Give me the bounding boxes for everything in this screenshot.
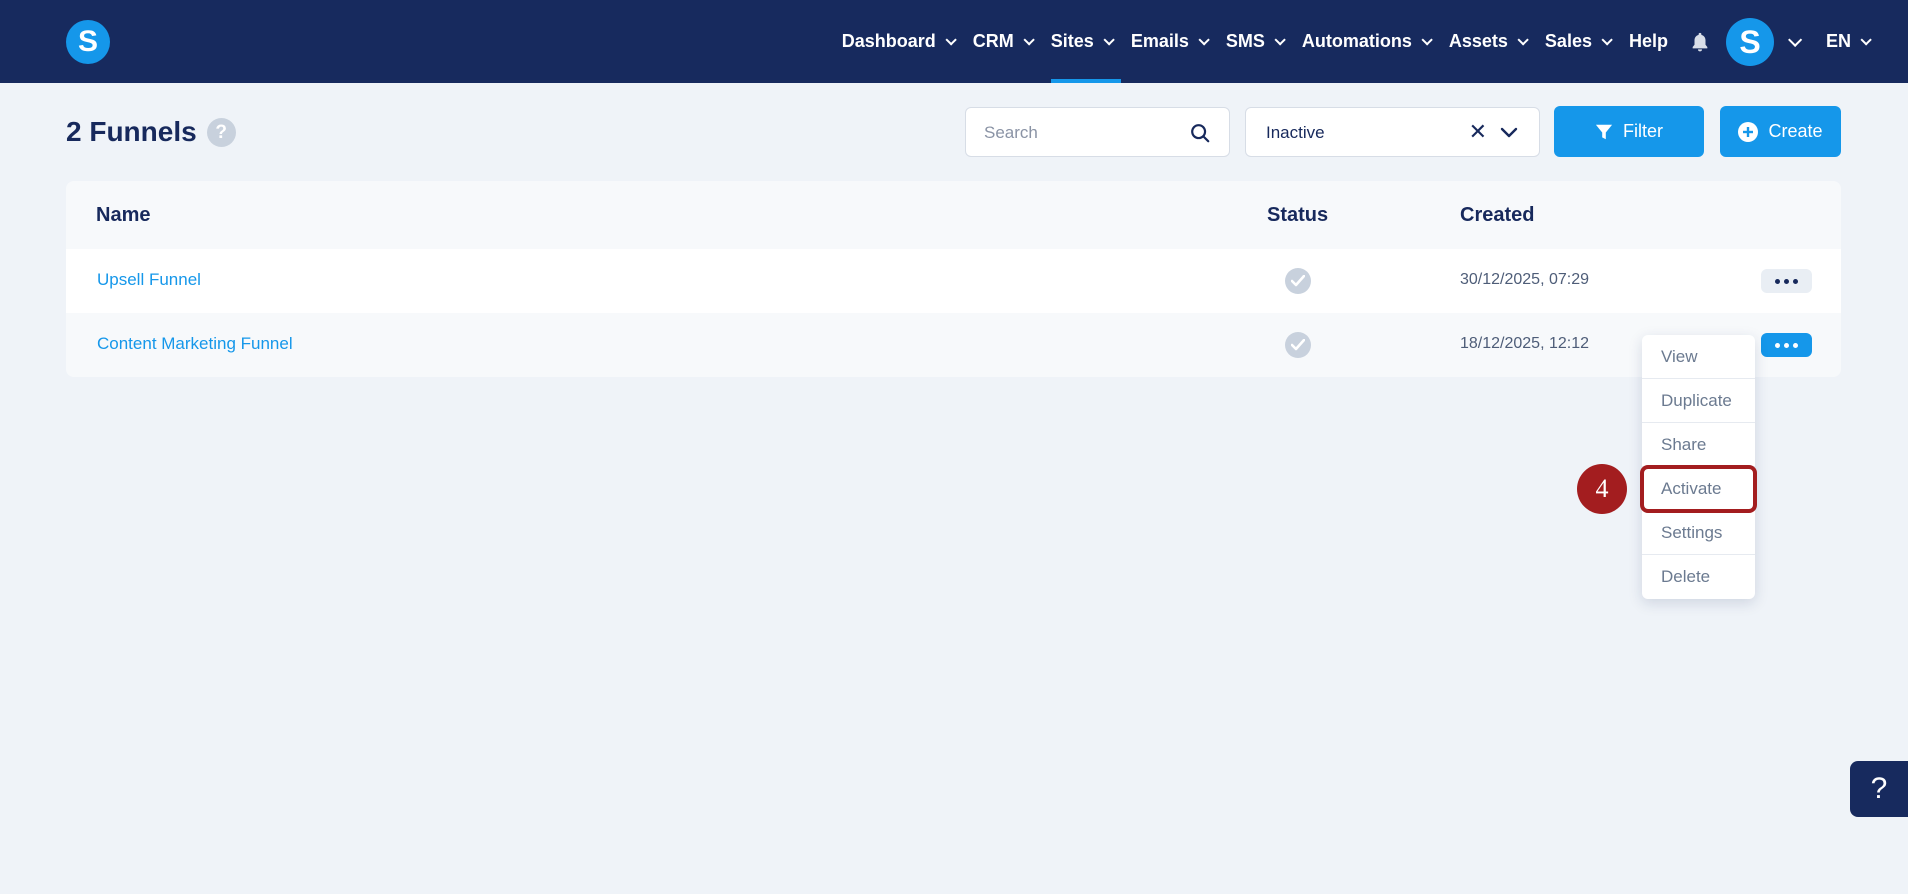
nav-item-help[interactable]: Help: [1619, 0, 1678, 83]
chevron-down-icon: [1198, 33, 1210, 46]
nav-item-emails[interactable]: Emails: [1121, 0, 1216, 83]
menu-item-duplicate[interactable]: Duplicate: [1642, 379, 1755, 423]
user-avatar[interactable]: S: [1725, 17, 1774, 66]
menu-item-view[interactable]: View: [1642, 335, 1755, 379]
nav-label: Help: [1628, 31, 1668, 51]
nav-label: CRM: [972, 31, 1014, 51]
nav-label: Dashboard: [841, 31, 936, 51]
status-check-icon: [1285, 268, 1311, 294]
check-icon: [1291, 339, 1305, 351]
chevron-down-icon[interactable]: [1788, 32, 1803, 47]
search-icon[interactable]: [1189, 122, 1211, 144]
chevron-down-icon: [1274, 33, 1286, 46]
step-number-badge: 4: [1577, 464, 1627, 514]
nav-label: Assets: [1448, 31, 1508, 51]
nav-item-sites[interactable]: Sites: [1041, 0, 1121, 83]
nav-label: Sites: [1050, 31, 1094, 51]
created-date: 30/12/2025, 07:29: [1460, 271, 1590, 288]
language-selector[interactable]: EN: [1816, 0, 1878, 83]
main-nav: Dashboard CRM Sites Emails SMS Automatio…: [832, 0, 1908, 83]
dot: [1784, 278, 1789, 284]
row-actions-button[interactable]: [1761, 269, 1812, 293]
status-check-icon: [1285, 332, 1311, 358]
create-button[interactable]: Create: [1720, 106, 1841, 157]
nav-label: Emails: [1130, 31, 1189, 51]
funnels-table: Name Status Created Upsell Funnel 30/12/…: [66, 181, 1841, 377]
language-label: EN: [1825, 31, 1851, 51]
nav-label: Sales: [1544, 31, 1592, 51]
nav-item-sms[interactable]: SMS: [1216, 0, 1292, 83]
page-title: 2 Funnels ?: [66, 116, 236, 148]
help-question-icon[interactable]: ?: [206, 117, 236, 147]
app-logo[interactable]: S: [66, 20, 110, 64]
bell-icon: [1692, 32, 1708, 51]
dot: [1775, 278, 1780, 284]
column-header-name[interactable]: Name: [96, 204, 150, 227]
status-filter-select[interactable]: Inactive ✕: [1245, 107, 1540, 157]
nav-label: SMS: [1225, 31, 1265, 51]
table-row: Content Marketing Funnel 18/12/2025, 12:…: [66, 313, 1841, 377]
page-title-text: 2 Funnels: [66, 116, 197, 147]
column-header-created[interactable]: Created: [1460, 204, 1534, 227]
menu-item-settings[interactable]: Settings: [1642, 511, 1755, 555]
filter-button[interactable]: Filter: [1554, 106, 1704, 157]
notifications-bell-icon[interactable]: [1678, 0, 1722, 83]
funnel-name-link[interactable]: Upsell Funnel: [97, 270, 201, 290]
chevron-down-icon: [1517, 33, 1529, 46]
plus-circle-icon: [1738, 121, 1759, 142]
nav-item-assets[interactable]: Assets: [1439, 0, 1535, 83]
nav-item-crm[interactable]: CRM: [963, 0, 1041, 83]
status-filter-value: Inactive: [1266, 123, 1325, 142]
chevron-down-icon: [945, 33, 957, 46]
menu-item-delete[interactable]: Delete: [1642, 555, 1755, 599]
menu-item-activate[interactable]: Activate: [1640, 465, 1757, 513]
nav-label: Automations: [1301, 31, 1412, 51]
help-widget-button[interactable]: ?: [1850, 761, 1908, 817]
dot: [1793, 278, 1798, 284]
row-actions-button[interactable]: [1761, 333, 1812, 357]
table-header: Name Status Created: [66, 181, 1841, 249]
chevron-down-icon: [1103, 33, 1115, 46]
search-input[interactable]: [984, 121, 1184, 145]
nav-item-dashboard[interactable]: Dashboard: [832, 0, 963, 83]
created-date: 18/12/2025, 12:12: [1460, 335, 1590, 352]
table-row: Upsell Funnel 30/12/2025, 07:29: [66, 249, 1841, 313]
dot: [1784, 342, 1789, 348]
top-navbar: S Dashboard CRM Sites Emails SMS Automat…: [0, 0, 1908, 83]
menu-item-share[interactable]: Share: [1642, 423, 1755, 467]
chevron-down-icon: [1023, 33, 1035, 46]
column-header-status[interactable]: Status: [1267, 204, 1328, 227]
chevron-down-icon[interactable]: [1499, 122, 1519, 142]
filter-icon: [1595, 124, 1613, 139]
funnel-name-link[interactable]: Content Marketing Funnel: [97, 334, 293, 354]
check-icon: [1291, 275, 1305, 287]
filter-button-label: Filter: [1623, 121, 1663, 141]
chevron-down-icon: [1860, 33, 1872, 46]
dot: [1793, 342, 1798, 348]
nav-item-sales[interactable]: Sales: [1535, 0, 1619, 83]
search-box[interactable]: [965, 107, 1230, 157]
chevron-down-icon: [1421, 33, 1433, 46]
clear-icon[interactable]: ✕: [1469, 121, 1487, 143]
create-button-label: Create: [1768, 121, 1823, 141]
dot: [1775, 342, 1780, 348]
nav-item-automations[interactable]: Automations: [1292, 0, 1439, 83]
chevron-down-icon: [1601, 33, 1613, 46]
row-actions-menu: View Duplicate Share Activate Settings D…: [1640, 335, 1757, 599]
